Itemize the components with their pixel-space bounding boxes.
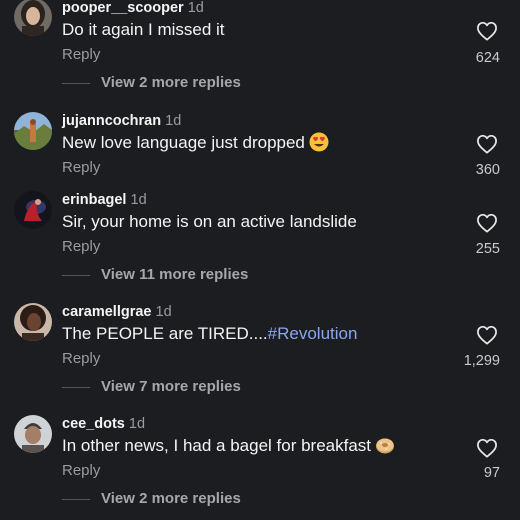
comment-item: erinbagel 1d Sir, your home is on an act… xyxy=(0,191,520,301)
hashtag-link[interactable]: #Revolution xyxy=(268,324,358,343)
username[interactable]: caramellgrae xyxy=(62,304,151,320)
view-more-replies[interactable]: View 11 more replies xyxy=(62,266,248,284)
avatar-red-figure-dark-icon xyxy=(14,191,52,229)
comment-meta: erinbagel 1d xyxy=(62,191,147,209)
divider xyxy=(62,498,90,500)
heart-eyes-emoji-icon xyxy=(309,132,329,152)
timestamp: 1d xyxy=(155,304,172,320)
bagel-emoji-icon xyxy=(375,435,395,455)
like-heart-icon[interactable] xyxy=(476,213,498,233)
reply-button[interactable]: Reply xyxy=(62,462,100,480)
comment-meta: caramellgrae 1d xyxy=(62,303,172,321)
username[interactable]: erinbagel xyxy=(62,192,126,208)
username[interactable]: pooper__scooper xyxy=(62,0,184,16)
comment-text: In other news, I had a bagel for breakfa… xyxy=(62,435,395,457)
timestamp: 1d xyxy=(130,192,147,208)
view-more-label: View 2 more replies xyxy=(101,74,241,91)
view-more-label: View 7 more replies xyxy=(101,378,241,395)
comment-meta: pooper__scooper 1d xyxy=(62,0,204,17)
avatar[interactable] xyxy=(14,191,52,229)
avatar[interactable] xyxy=(14,0,52,36)
view-more-replies[interactable]: View 2 more replies xyxy=(62,490,241,508)
comment-meta: cee_dots 1d xyxy=(62,415,145,433)
divider xyxy=(62,82,90,84)
timestamp: 1d xyxy=(128,416,146,432)
reply-button[interactable]: Reply xyxy=(62,46,100,64)
comment-text-content: In other news, I had a bagel for breakfa… xyxy=(62,436,372,455)
comment-meta: jujanncochran 1d xyxy=(62,112,181,130)
comments-list: pooper__scooper 1d Do it again I missed … xyxy=(0,0,520,520)
comment-item: caramellgrae 1d The PEOPLE are TIRED....… xyxy=(0,303,520,413)
comment-item: cee_dots 1d In other news, I had a bagel… xyxy=(0,415,520,520)
like-heart-icon[interactable] xyxy=(476,325,498,345)
comment-text: The PEOPLE are TIRED....#Revolution xyxy=(62,323,357,345)
like-heart-icon[interactable] xyxy=(476,438,498,458)
avatar-landscape-sunset-icon xyxy=(14,112,52,150)
like-heart-icon[interactable] xyxy=(476,134,498,154)
divider xyxy=(62,386,90,388)
like-count: 624 xyxy=(475,50,500,66)
avatar[interactable] xyxy=(14,112,52,150)
view-more-label: View 11 more replies xyxy=(101,266,249,283)
reply-button[interactable]: Reply xyxy=(62,350,100,368)
reply-button[interactable]: Reply xyxy=(62,159,100,177)
avatar-man-beanie-icon xyxy=(14,415,52,453)
username[interactable]: jujanncochran xyxy=(62,113,161,129)
comment-text: Do it again I missed it xyxy=(62,20,225,39)
divider xyxy=(62,274,90,276)
like-count: 97 xyxy=(483,465,500,481)
username[interactable]: cee_dots xyxy=(62,416,125,432)
like-heart-icon[interactable] xyxy=(476,21,498,41)
comment-text: New love language just dropped xyxy=(62,132,329,154)
comment-text-content: New love language just dropped xyxy=(62,133,305,152)
timestamp: 1d xyxy=(187,0,204,16)
like-count: 360 xyxy=(475,162,500,178)
view-more-label: View 2 more replies xyxy=(101,490,241,507)
avatar[interactable] xyxy=(14,415,52,453)
like-count: 1,299 xyxy=(463,353,500,369)
avatar-woman-dark-hair-icon xyxy=(14,0,52,36)
timestamp: 1d xyxy=(165,113,182,129)
comment-text-content: The PEOPLE are TIRED.... xyxy=(62,324,268,343)
comment-text: Sir, your home is on an active landslide xyxy=(62,212,357,231)
reply-button[interactable]: Reply xyxy=(62,238,100,256)
like-count: 255 xyxy=(475,241,500,257)
avatar[interactable] xyxy=(14,303,52,341)
avatar-woman-curly-hair-icon xyxy=(14,303,52,341)
view-more-replies[interactable]: View 2 more replies xyxy=(62,74,241,92)
view-more-replies[interactable]: View 7 more replies xyxy=(62,378,241,396)
comment-item: pooper__scooper 1d Do it again I missed … xyxy=(0,0,520,110)
